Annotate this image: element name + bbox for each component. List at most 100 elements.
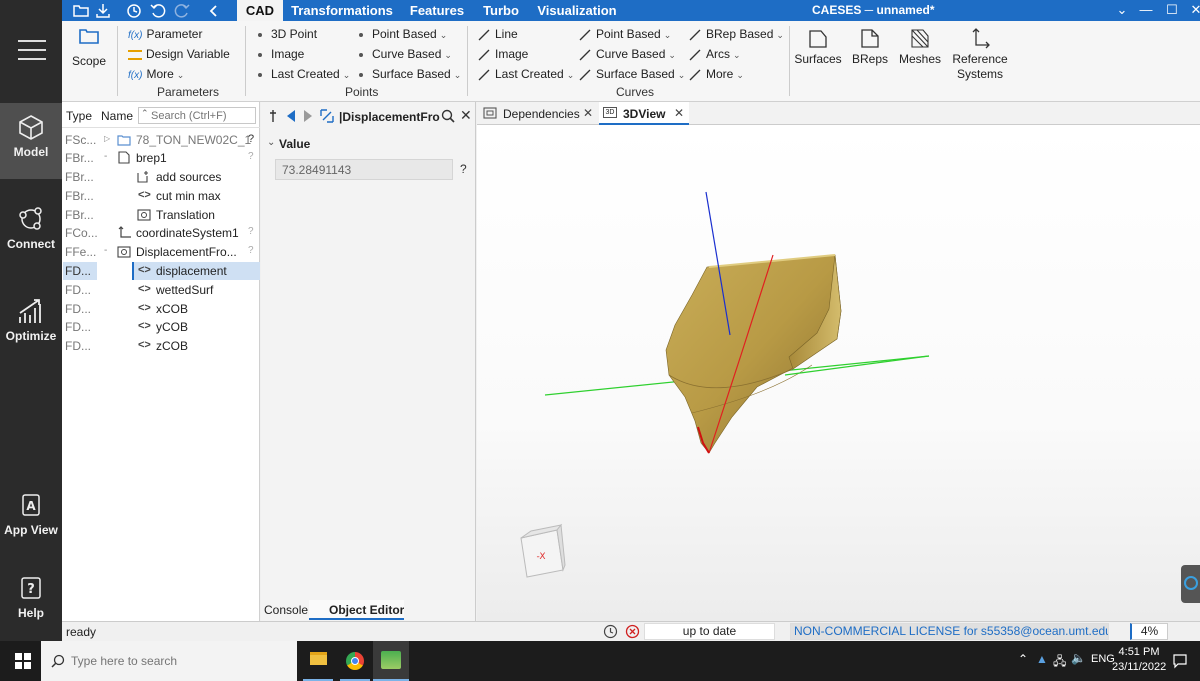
pin-icon[interactable]: [267, 109, 279, 123]
windows-start-icon[interactable]: [15, 653, 31, 669]
nav-optimize[interactable]: Optimize: [0, 287, 62, 363]
more-parameters-button[interactable]: f(x) More ⌄: [128, 67, 184, 81]
collapse-dash-icon[interactable]: -: [104, 245, 107, 256]
tree-row[interactable]: FD... <> wettedSurf: [62, 281, 260, 299]
save-icon[interactable]: [94, 2, 112, 19]
3d-scene[interactable]: -X: [477, 125, 1200, 621]
tree-search-box[interactable]: ⌃: [138, 107, 256, 124]
value-field[interactable]: 73.28491143: [275, 159, 453, 180]
arcs-button[interactable]: Arcs ⌄: [689, 47, 741, 61]
point-image-button[interactable]: Image: [258, 47, 304, 61]
clock[interactable]: 4:51 PM 23/11/2022: [1112, 645, 1166, 675]
nav-app-view[interactable]: A App View: [0, 481, 62, 557]
forward-arrow-icon[interactable]: [302, 109, 314, 123]
taskbar-search[interactable]: [41, 641, 297, 681]
redo-icon[interactable]: [173, 2, 191, 19]
design-variable-button[interactable]: Design Variable: [128, 47, 230, 61]
cloud-app-icon[interactable]: ▲: [1036, 652, 1048, 666]
taskbar-file-explorer[interactable]: [303, 641, 333, 681]
side-panel-toggle-icon[interactable]: [1181, 565, 1200, 603]
collapse-dash-icon[interactable]: -: [104, 151, 107, 162]
tab-3dview[interactable]: 3D 3DView ✕: [599, 102, 689, 125]
link-icon[interactable]: [319, 108, 335, 124]
hull-model[interactable]: [665, 254, 842, 454]
tree-row[interactable]: FBr... Translation: [62, 206, 260, 224]
scope-button[interactable]: Scope: [68, 27, 110, 75]
hamburger-menu-icon[interactable]: [18, 40, 46, 62]
history-icon[interactable]: [125, 2, 143, 19]
surface-based-point-button[interactable]: Surface Based ⌄: [359, 67, 461, 81]
tree-row-selected[interactable]: FD... <> displacement: [62, 262, 260, 280]
collapse-left-icon[interactable]: [205, 2, 223, 19]
search-icon[interactable]: [441, 109, 455, 123]
surfaces-button[interactable]: Surfaces: [794, 27, 842, 66]
tree-row[interactable]: FD... <> zCOB: [62, 337, 260, 355]
expand-arrow-icon[interactable]: ▷: [104, 134, 110, 143]
tab-features[interactable]: Features: [405, 0, 469, 21]
tab-transformations[interactable]: Transformations: [287, 0, 397, 21]
tree-row[interactable]: FCo... coordinateSystem1 ?: [62, 224, 260, 242]
curve-based-point-button[interactable]: Curve Based ⌄: [359, 47, 452, 61]
brep-based-button[interactable]: BRep Based ⌄: [689, 27, 784, 41]
point-3d-button[interactable]: 3D Point: [258, 27, 317, 41]
error-icon[interactable]: [625, 624, 640, 639]
reference-systems-button[interactable]: Reference Systems: [950, 27, 1010, 82]
taskbar-caeses[interactable]: [373, 641, 409, 681]
help-mark[interactable]: ?: [248, 245, 254, 256]
meshes-button[interactable]: Meshes: [896, 27, 944, 66]
tree-row[interactable]: FBr... add sources: [62, 168, 260, 186]
tab-cad[interactable]: CAD: [237, 0, 283, 21]
tab-visualization[interactable]: Visualization: [532, 0, 622, 21]
minimize-button[interactable]: —: [1138, 2, 1154, 18]
clock-icon[interactable]: [603, 624, 618, 639]
nav-help[interactable]: ? Help: [0, 564, 62, 640]
orientation-cube[interactable]: -X: [520, 523, 566, 578]
nav-connect[interactable]: Connect: [0, 195, 62, 271]
maximize-button[interactable]: ☐: [1164, 2, 1180, 18]
close-button[interactable]: ✕: [1188, 2, 1200, 18]
curve-point-based-button[interactable]: Point Based ⌄: [579, 27, 671, 41]
point-last-created-button[interactable]: Last Created ⌄: [258, 67, 350, 81]
more-curves-button[interactable]: More ⌄: [689, 67, 744, 81]
tree-row[interactable]: FBr... <> cut min max: [62, 187, 260, 205]
taskbar-chrome[interactable]: [340, 641, 370, 681]
tab-object-editor[interactable]: Object Editor: [309, 600, 404, 620]
tab-console[interactable]: Console: [264, 600, 308, 620]
curve-curve-based-button[interactable]: Curve Based ⌄: [579, 47, 676, 61]
curve-last-created-button[interactable]: Last Created ⌄: [478, 67, 574, 81]
tree-row[interactable]: FD... <> yCOB: [62, 318, 260, 336]
line-button[interactable]: Line: [478, 27, 518, 41]
undo-icon[interactable]: [149, 2, 167, 19]
network-icon[interactable]: 🖧: [1053, 652, 1066, 673]
notification-icon[interactable]: [1172, 653, 1188, 669]
close-editor-icon[interactable]: ✕: [460, 107, 472, 124]
help-mark[interactable]: ?: [248, 226, 254, 237]
volume-icon[interactable]: 🔈: [1071, 651, 1086, 665]
curve-surface-based-button[interactable]: Surface Based ⌄: [579, 67, 685, 81]
type-column-header[interactable]: Type: [66, 109, 92, 123]
open-folder-icon[interactable]: [72, 2, 90, 19]
close-tab-icon[interactable]: ✕: [674, 106, 684, 120]
tree-row[interactable]: FFe... - DisplacementFro... ?: [62, 243, 260, 261]
parameter-button[interactable]: f(x) Parameter: [128, 27, 202, 41]
tree-row[interactable]: FSc... ▷ 78_TON_NEW02C_1 ?: [62, 131, 260, 149]
name-column-header[interactable]: Name: [101, 109, 133, 123]
value-help-mark[interactable]: ?: [460, 162, 467, 176]
tab-turbo[interactable]: Turbo: [477, 0, 525, 21]
breps-button[interactable]: BReps: [848, 27, 892, 66]
tree-row[interactable]: FD... <> xCOB: [62, 300, 260, 318]
tab-dependencies[interactable]: Dependencies ✕: [479, 102, 597, 125]
curve-image-button[interactable]: Image: [478, 47, 528, 61]
ribbon-toggle-button[interactable]: ⌄: [1114, 2, 1130, 18]
help-mark[interactable]: ?: [248, 133, 254, 145]
point-based-button[interactable]: Point Based ⌄: [359, 27, 447, 41]
show-hidden-icons[interactable]: ⌃: [1018, 652, 1028, 666]
help-mark[interactable]: ?: [248, 151, 254, 162]
nav-model[interactable]: Model: [0, 103, 62, 179]
3d-viewport[interactable]: -X: [477, 125, 1200, 621]
back-arrow-icon[interactable]: [285, 109, 297, 123]
tree-search-input[interactable]: [151, 109, 255, 123]
section-chevron-icon[interactable]: ⌄: [267, 137, 275, 148]
taskbar-search-input[interactable]: [71, 653, 286, 669]
close-tab-icon[interactable]: ✕: [583, 106, 593, 120]
